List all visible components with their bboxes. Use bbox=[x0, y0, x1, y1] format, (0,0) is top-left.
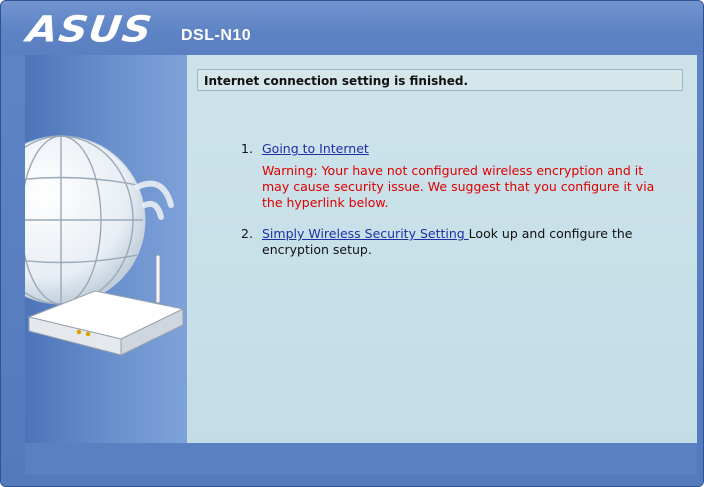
asus-logo: ASUS bbox=[24, 9, 155, 51]
item-number: 2. bbox=[241, 226, 253, 241]
header: ASUS DSL-N10 bbox=[1, 1, 703, 55]
content-panel: Internet connection setting is finished.… bbox=[187, 55, 697, 443]
globe-router-illustration-icon bbox=[25, 135, 185, 356]
going-to-internet-link[interactable]: Going to Internet bbox=[262, 141, 369, 156]
globe-icon bbox=[25, 135, 146, 305]
encryption-warning: Warning: Your have not configured wirele… bbox=[262, 163, 655, 210]
status-notice: Internet connection setting is finished. bbox=[197, 69, 683, 91]
list-item: 1. Going to Internet Warning: Your have … bbox=[241, 141, 671, 211]
next-steps-list: 1. Going to Internet Warning: Your have … bbox=[241, 141, 671, 258]
router-setup-window: ASUS DSL-N10 Internet connection setting… bbox=[0, 0, 704, 487]
wireless-security-setting-link[interactable]: Simply Wireless Security Setting bbox=[262, 226, 469, 241]
side-illustration-panel bbox=[25, 55, 187, 443]
list-item: 2. Simply Wireless Security Setting Look… bbox=[241, 226, 671, 258]
model-name: DSL-N10 bbox=[181, 27, 252, 44]
item-number: 1. bbox=[241, 141, 253, 156]
footer-bar bbox=[25, 443, 697, 475]
